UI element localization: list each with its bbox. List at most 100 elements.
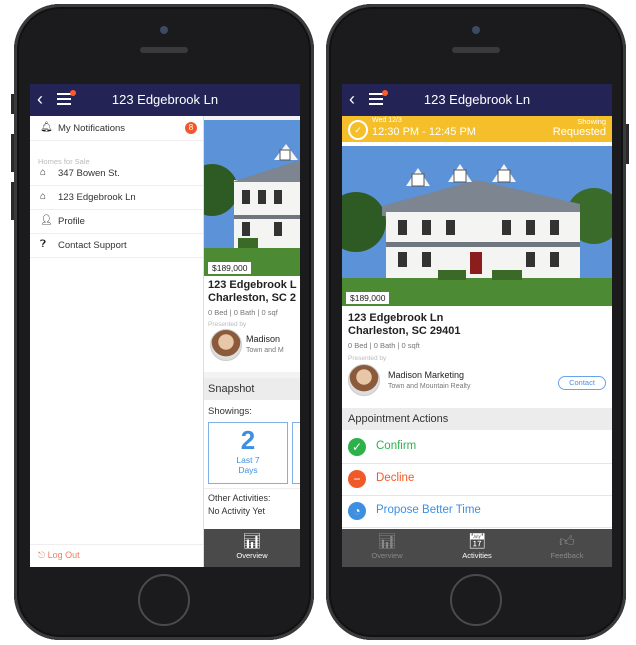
divider [204, 488, 300, 489]
listing-card: 123 Edgebrook Ln Charleston, SC 29401 0 … [342, 308, 612, 404]
tab-bar: 📊︎ Overview 📅︎ Activities 👍︎ Feedback [342, 529, 612, 567]
house-photo: $189,000 [342, 146, 612, 306]
tab-feedback[interactable]: 👍︎ Feedback [522, 533, 612, 560]
drawer-item-notifications[interactable]: 🔔︎ My Notifications 8 [30, 116, 203, 141]
bell-icon: 🔔︎ [40, 122, 53, 133]
home-button[interactable] [450, 574, 502, 626]
page-title: 123 Edgebrook Ln [111, 92, 219, 107]
house-icon: ⌂ [40, 191, 47, 202]
contact-button[interactable]: Contact [558, 376, 606, 390]
divider [30, 544, 203, 545]
agent-name: Madison [246, 334, 281, 344]
drawer-item-label: 347 Bowen St. [58, 168, 120, 179]
agent-avatar [210, 329, 242, 361]
tab-activities[interactable]: 📅︎ Activities [432, 533, 522, 560]
tab-bar: 📊︎ Overview [204, 529, 300, 567]
banner-status-top: Showing [577, 117, 606, 126]
next-tile-edge [292, 422, 300, 484]
drawer-item-home-1[interactable]: ⌂ 347 Bowen St. [30, 161, 203, 186]
confirm-action[interactable]: ✓ Confirm [342, 432, 612, 464]
other-activities-label: Other Activities: [208, 493, 271, 503]
listing-meta: 0 Bed | 0 Bath | 0 sqf [208, 308, 278, 317]
tab-label: Overview [236, 551, 268, 560]
appointment-actions-title: Appointment Actions [348, 413, 449, 425]
tab-label: Overview [371, 551, 403, 560]
address-line-2: Charleston, SC 29401 [348, 325, 461, 337]
banner-status-bottom: Requested [552, 126, 606, 138]
showing-request-banner: ✓ Wed 12/3 12:30 PM - 12:45 PM Showing R… [342, 116, 612, 142]
drawer-item-label: Profile [58, 216, 85, 227]
tab-label: Activities [462, 551, 492, 560]
drawer-item-label: My Notifications [58, 123, 126, 134]
drawer-item-profile[interactable]: 👤︎ Profile [30, 209, 203, 234]
agent-company: Town and Mountain Realty [388, 383, 471, 390]
banner-time: 12:30 PM - 12:45 PM [372, 126, 476, 138]
showings-label: Showings: [208, 406, 252, 417]
nav-bar: ‹ 123 Edgebrook Ln [342, 84, 612, 116]
logout-label: Log Out [47, 550, 80, 560]
presented-by-label: Presented by [348, 355, 387, 362]
showings-period-line-1: Last 7 [236, 455, 260, 465]
agent-avatar [348, 364, 380, 396]
house-illustration [342, 146, 612, 306]
house-photo: $189,000 [204, 120, 300, 276]
volume-down-button [11, 182, 14, 220]
drawer-item-label: 123 Edgebrook Ln [58, 192, 136, 203]
side-drawer: 🔔︎ My Notifications 8 Homes for Sale ⌂ 3… [30, 116, 204, 567]
presented-by-label: Presented by [208, 321, 247, 328]
price-tag: $189,000 [346, 292, 390, 304]
right-screen: ‹ 123 Edgebrook Ln ✓ Wed 12/3 12:30 PM -… [342, 84, 612, 567]
left-screen: ‹ 123 Edgebrook Ln 🔔︎ My Notifications 8… [30, 84, 300, 567]
snapshot-card: Showings: 2 Last 7 Days Other Activities… [204, 400, 300, 530]
action-label: Decline [376, 472, 415, 484]
action-label: Propose Better Time [376, 504, 481, 516]
drawer-item-support[interactable]: ❓︎ Contact Support [30, 233, 203, 258]
nav-bar: ‹ 123 Edgebrook Ln [30, 84, 300, 116]
person-icon: 👤︎ [40, 215, 53, 226]
clock-icon: ✓ [348, 120, 368, 140]
notification-count-badge: 8 [185, 122, 197, 134]
snapshot-header: Snapshot [204, 378, 300, 400]
address-line-2: Charleston, SC 2 [208, 292, 297, 304]
front-camera [160, 26, 168, 34]
bar-chart-icon: 📊︎ [242, 533, 262, 550]
showings-tile[interactable]: 2 Last 7 Days [208, 422, 288, 484]
drawer-item-home-2[interactable]: ⌂ 123 Edgebrook Ln [30, 185, 203, 210]
appointment-actions-header: Appointment Actions [342, 408, 612, 430]
price-tag: $189,000 [208, 262, 252, 274]
decline-action[interactable]: − Decline [342, 464, 612, 496]
calendar-icon: 📅︎ [467, 533, 487, 550]
logout-button[interactable]: ⎋ Log Out [38, 550, 80, 561]
front-camera [472, 26, 480, 34]
tab-overview[interactable]: 📊︎ Overview [207, 533, 297, 560]
page-title: 123 Edgebrook Ln [423, 92, 531, 107]
other-activities-value: No Activity Yet [208, 506, 266, 516]
tab-label: Feedback [550, 551, 584, 560]
listing-preview-peek: $189,000 123 Edgebrook L Charleston, SC … [204, 116, 300, 567]
right-phone: ‹ 123 Edgebrook Ln ✓ Wed 12/3 12:30 PM -… [326, 4, 629, 640]
thumbs-up-icon: 👍︎ [559, 533, 575, 550]
house-icon: ⌂ [40, 167, 47, 178]
banner-day: Wed 12/3 [372, 117, 402, 124]
help-icon: ❓︎ [40, 239, 47, 250]
tab-overview[interactable]: 📊︎ Overview [342, 533, 432, 560]
agent-name: Madison Marketing [388, 370, 465, 380]
earpiece-speaker [140, 47, 188, 53]
agent-company: Town and M [246, 347, 284, 354]
propose-time-action[interactable]: ◔ Propose Better Time [342, 496, 612, 528]
address-line-1: 123 Edgebrook Ln [348, 312, 444, 324]
drawer-item-label: Contact Support [58, 240, 127, 251]
action-label: Confirm [376, 440, 417, 452]
earpiece-speaker [452, 47, 500, 53]
clock-icon: ◔ [348, 502, 366, 520]
home-button[interactable] [138, 574, 190, 626]
snapshot-title: Snapshot [208, 383, 255, 395]
showings-period-line-2: Days [238, 465, 258, 475]
address-line-1: 123 Edgebrook L [208, 279, 297, 291]
mute-switch [11, 94, 14, 114]
bar-chart-icon: 📊︎ [377, 533, 397, 550]
house-illustration [204, 120, 300, 276]
listing-meta: 0 Bed | 0 Bath | 0 sqft [348, 341, 420, 350]
listing-card: 123 Edgebrook L Charleston, SC 2 0 Bed |… [204, 276, 300, 372]
showings-count: 2 [240, 425, 256, 455]
